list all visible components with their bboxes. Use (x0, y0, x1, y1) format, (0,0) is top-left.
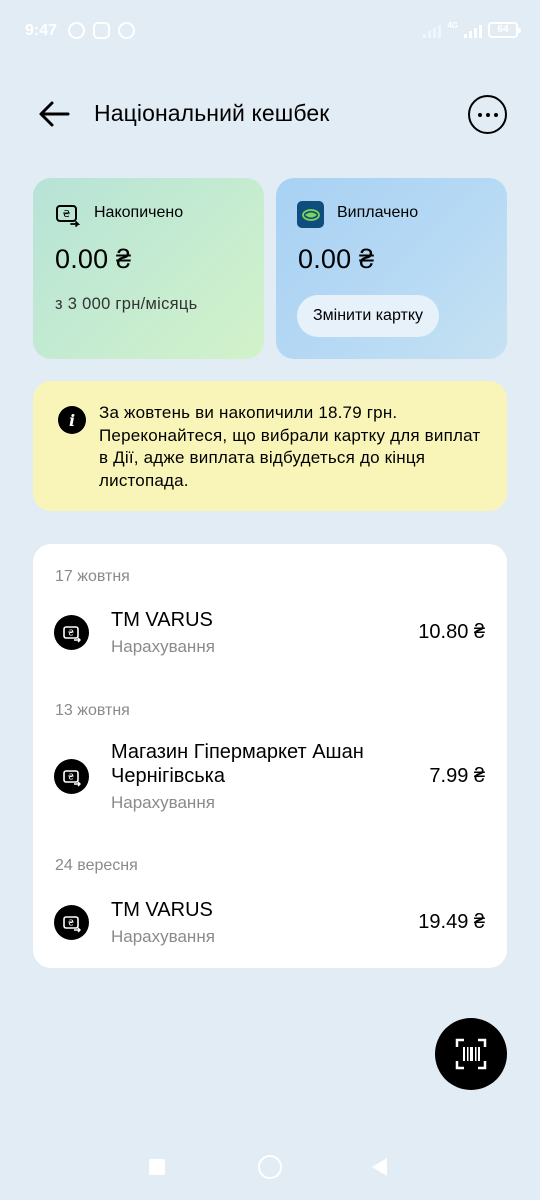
accumulated-amount: 0.00 ₴ (55, 244, 132, 274)
accumulated-card: ₴ Накопичено 0.00 ₴ з 3 000 грн/місяць (33, 178, 264, 359)
paid-out-card: Виплачено 0.00 ₴ Змінити картку (276, 178, 507, 359)
page-title: Національний кешбек (94, 100, 330, 126)
transaction-name: ТМ VARUS (111, 609, 213, 631)
cashback-icon: ₴ (54, 759, 89, 794)
transaction-amount: 10.80 ₴ (418, 621, 485, 643)
network-type: 4G (447, 21, 458, 30)
system-nav-bar (0, 1140, 540, 1200)
recent-apps-button[interactable] (149, 1159, 165, 1175)
info-icon: i (58, 406, 86, 434)
bank-card-icon (297, 201, 324, 228)
home-button[interactable] (258, 1155, 282, 1179)
transaction-date: 24 вересня (55, 857, 138, 874)
back-button[interactable] (36, 96, 72, 132)
svg-text:₴: ₴ (67, 918, 73, 927)
transaction-name: ТМ VARUS (111, 899, 213, 921)
transaction-type: Нарахування (111, 637, 215, 656)
transaction-type: Нарахування (111, 927, 215, 946)
transactions-list: 17 жовтня ₴ ТМ VARUS Нарахування 10.80 ₴… (33, 544, 507, 968)
transaction-type: Нарахування (111, 793, 215, 812)
instagram-icon (93, 22, 110, 39)
transaction-name: Магазин Гіпермаркет Ашан Чернігівська (111, 741, 364, 787)
cashback-icon: ₴ (56, 205, 81, 227)
change-card-button[interactable]: Змінити картку (297, 295, 440, 337)
battery-icon: 64 (488, 21, 521, 38)
info-text: За жовтень ви накопичили 18.79 грн. Пере… (99, 403, 481, 490)
paid-out-label: Виплачено (337, 204, 419, 221)
paid-out-amount: 0.00 ₴ (298, 244, 375, 274)
transaction-date: 17 жовтня (55, 568, 130, 585)
barcode-scan-icon (455, 1038, 487, 1070)
signal-icon-2 (464, 22, 482, 38)
svg-text:₴: ₴ (67, 772, 73, 781)
cashback-icon: ₴ (54, 905, 89, 940)
svg-text:₴: ₴ (67, 628, 73, 637)
transaction-amount: 7.99 ₴ (429, 765, 485, 787)
info-banner: i За жовтень ви накопичили 18.79 грн. Пе… (33, 381, 507, 511)
status-bar: 9:47 4G 64 (0, 0, 540, 64)
arrow-left-icon (39, 101, 70, 127)
status-indicators: 4G 64 (423, 21, 521, 38)
more-horizontal-icon (477, 112, 482, 117)
cashback-icon: ₴ (54, 615, 89, 650)
transaction-amount: 19.49 ₴ (418, 911, 485, 933)
accumulated-label: Накопичено (94, 204, 184, 221)
svg-text:₴: ₴ (63, 209, 71, 220)
app-screen: 9:47 4G 64 Національний кешбек ₴ Накопич… (0, 0, 540, 1200)
status-time: 9:47 (25, 22, 58, 39)
accumulated-limit: з 3 000 грн/місяць (55, 295, 198, 313)
more-options-button[interactable] (468, 95, 507, 134)
scan-barcode-button[interactable] (435, 1018, 507, 1090)
notification-icons (68, 22, 135, 39)
system-back-button[interactable] (372, 1158, 387, 1176)
app-notification-icon (118, 22, 135, 39)
signal-icon (423, 22, 442, 38)
messenger-icon (68, 22, 85, 39)
transaction-date: 13 жовтня (55, 702, 130, 719)
